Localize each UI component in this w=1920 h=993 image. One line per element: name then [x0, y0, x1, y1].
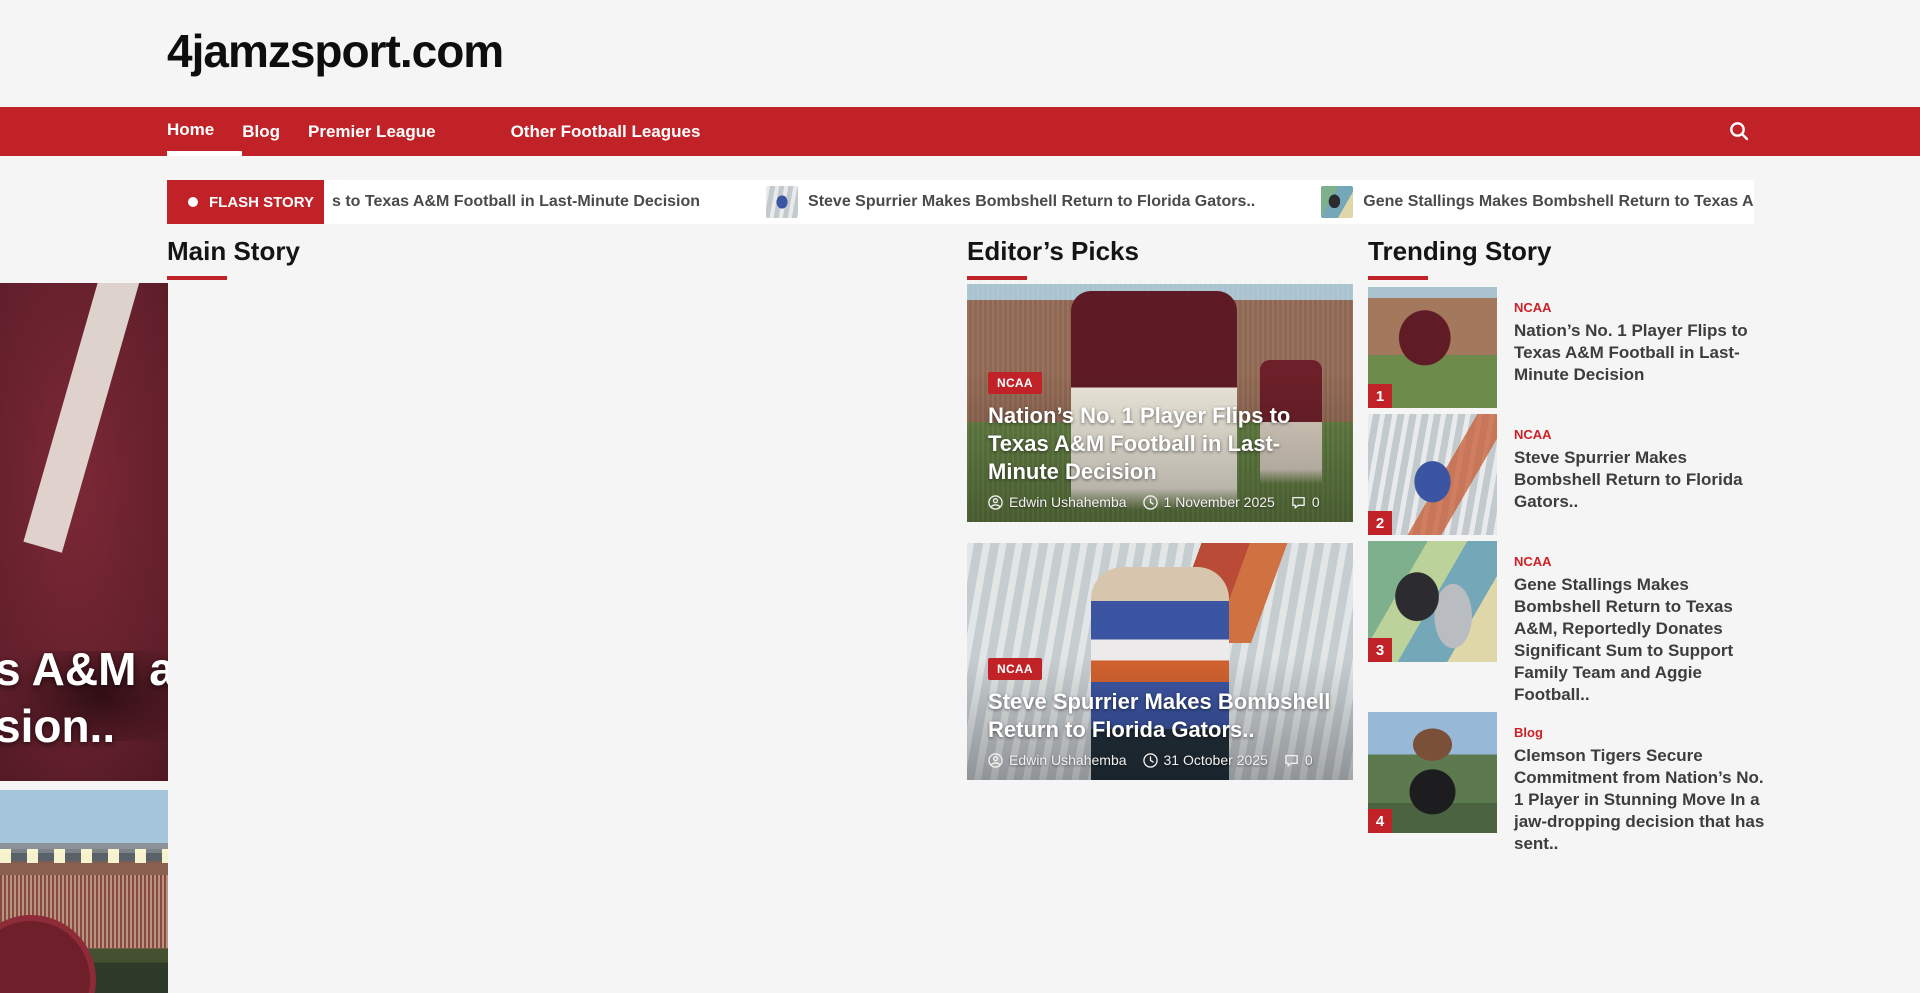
- page: 4jamzsport.com Home Blog Premier League …: [0, 0, 1920, 993]
- slide-image-detail: [0, 849, 168, 863]
- flash-story-text: FLASH STORY: [209, 194, 314, 211]
- slide-title-line: sion..: [0, 698, 168, 755]
- nav-item-home[interactable]: Home: [167, 107, 242, 156]
- slide-title-fragment: s A&M as sion..: [0, 641, 168, 755]
- date-meta: 31 October 2025: [1143, 752, 1268, 768]
- search-button[interactable]: [1722, 118, 1756, 146]
- category-badge[interactable]: NCAA: [988, 658, 1042, 680]
- trending-list: 1 NCAA Nation’s No. 1 Player Flips to Te…: [1368, 287, 1768, 861]
- flash-story-bar: FLASH STORY s to Texas A&M Football in L…: [167, 180, 1754, 224]
- flash-story-label: FLASH STORY: [167, 180, 324, 224]
- slide-image-detail: [23, 283, 144, 553]
- ticker-item[interactable]: Gene Stallings Makes Bombshell Return to…: [1321, 186, 1754, 218]
- main-story-slide[interactable]: s A&M as sion..: [0, 283, 168, 781]
- trending-story-heading-text: Trending Story: [1368, 236, 1551, 266]
- trending-category[interactable]: NCAA: [1514, 300, 1768, 315]
- comments-count: 0: [1312, 494, 1320, 510]
- comments-icon: [1291, 495, 1306, 510]
- slide-title-line: s A&M as: [0, 641, 168, 698]
- ticker-item[interactable]: Steve Spurrier Makes Bombshell Return to…: [766, 186, 1255, 218]
- trending-item[interactable]: 4 Blog Clemson Tigers Secure Commitment …: [1368, 712, 1768, 855]
- trending-title[interactable]: Steve Spurrier Makes Bombshell Return to…: [1514, 447, 1768, 513]
- ticker-headline[interactable]: s to Texas A&M Football in Last-Minute D…: [332, 193, 700, 211]
- publish-date: 31 October 2025: [1164, 752, 1268, 768]
- heading-underline: [167, 276, 227, 280]
- trending-text: NCAA Gene Stallings Makes Bombshell Retu…: [1514, 541, 1768, 706]
- nav-item-other-football-leagues[interactable]: Other Football Leagues: [511, 107, 729, 156]
- editors-pick-card[interactable]: NCAA Steve Spurrier Makes Bombshell Retu…: [967, 543, 1353, 780]
- trending-category[interactable]: NCAA: [1514, 427, 1768, 442]
- comments-meta: 0: [1284, 752, 1313, 768]
- publish-date: 1 November 2025: [1164, 494, 1275, 510]
- nav-item-blog[interactable]: Blog: [242, 107, 308, 156]
- author-icon: [988, 753, 1003, 768]
- search-icon: [1727, 119, 1751, 146]
- trending-thumbnail[interactable]: 3: [1368, 541, 1497, 662]
- trending-text: NCAA Steve Spurrier Makes Bombshell Retu…: [1514, 414, 1768, 535]
- main-story-slide[interactable]: [0, 790, 168, 993]
- editors-pick-card[interactable]: NCAA Nation’s No. 1 Player Flips to Texa…: [967, 284, 1353, 522]
- trending-thumbnail[interactable]: 1: [1368, 287, 1497, 408]
- rank-badge: 4: [1368, 809, 1392, 833]
- main-story-heading-text: Main Story: [167, 236, 300, 266]
- trending-title[interactable]: Clemson Tigers Secure Commitment from Na…: [1514, 745, 1768, 855]
- author-name: Edwin Ushahemba: [1009, 494, 1127, 510]
- heading-underline: [1368, 276, 1428, 280]
- rank-badge: 2: [1368, 511, 1392, 535]
- main-nav: Home Blog Premier League Other Football …: [0, 107, 1920, 156]
- ticker-track: s to Texas A&M Football in Last-Minute D…: [332, 180, 1754, 224]
- trending-thumbnail[interactable]: 2: [1368, 414, 1497, 535]
- clock-icon: [1143, 495, 1158, 510]
- editors-picks-heading: Editor’s Picks: [967, 236, 1139, 280]
- article-title[interactable]: Steve Spurrier Makes Bombshell Return to…: [988, 688, 1333, 744]
- heading-underline: [967, 276, 1027, 280]
- article-meta: Edwin Ushahemba 31 October 2025: [988, 752, 1333, 768]
- trending-item[interactable]: 3 NCAA Gene Stallings Makes Bombshell Re…: [1368, 541, 1768, 706]
- trending-item[interactable]: 1 NCAA Nation’s No. 1 Player Flips to Te…: [1368, 287, 1768, 408]
- ticker-headline[interactable]: Gene Stallings Makes Bombshell Return to…: [1363, 193, 1754, 211]
- editors-picks-heading-text: Editor’s Picks: [967, 236, 1139, 266]
- clock-icon: [1143, 753, 1158, 768]
- rank-badge: 1: [1368, 384, 1392, 408]
- article-title[interactable]: Nation’s No. 1 Player Flips to Texas A&M…: [988, 402, 1333, 486]
- ticker-thumbnail: [1321, 186, 1353, 218]
- trending-category[interactable]: Blog: [1514, 725, 1768, 740]
- date-meta: 1 November 2025: [1143, 494, 1275, 510]
- trending-category[interactable]: NCAA: [1514, 554, 1768, 569]
- main-story-heading: Main Story: [167, 236, 300, 280]
- card-overlay: NCAA Steve Spurrier Makes Bombshell Retu…: [967, 658, 1353, 780]
- flash-dot-icon: [188, 197, 198, 207]
- trending-title[interactable]: Nation’s No. 1 Player Flips to Texas A&M…: [1514, 320, 1768, 386]
- nav-item-premier-league[interactable]: Premier League: [308, 107, 464, 156]
- trending-text: Blog Clemson Tigers Secure Commitment fr…: [1514, 712, 1768, 855]
- trending-item[interactable]: 2 NCAA Steve Spurrier Makes Bombshell Re…: [1368, 414, 1768, 535]
- trending-story-heading: Trending Story: [1368, 236, 1551, 280]
- site-title[interactable]: 4jamzsport.com: [167, 24, 503, 78]
- trending-thumbnail[interactable]: 4: [1368, 712, 1497, 833]
- rank-badge: 3: [1368, 638, 1392, 662]
- ticker-thumbnail: [766, 186, 798, 218]
- article-meta: Edwin Ushahemba 1 November 2025: [988, 494, 1333, 510]
- nav-list: Home Blog Premier League Other Football …: [167, 107, 728, 156]
- ticker-headline[interactable]: Steve Spurrier Makes Bombshell Return to…: [808, 193, 1255, 211]
- trending-title[interactable]: Gene Stallings Makes Bombshell Return to…: [1514, 574, 1768, 706]
- card-overlay: NCAA Nation’s No. 1 Player Flips to Texa…: [967, 372, 1353, 522]
- ticker-item[interactable]: s to Texas A&M Football in Last-Minute D…: [332, 193, 700, 211]
- comments-meta: 0: [1291, 494, 1320, 510]
- author-meta: Edwin Ushahemba: [988, 494, 1127, 510]
- author-name: Edwin Ushahemba: [1009, 752, 1127, 768]
- comments-count: 0: [1305, 752, 1313, 768]
- trending-text: NCAA Nation’s No. 1 Player Flips to Texa…: [1514, 287, 1768, 408]
- author-icon: [988, 495, 1003, 510]
- author-meta: Edwin Ushahemba: [988, 752, 1127, 768]
- category-badge[interactable]: NCAA: [988, 372, 1042, 394]
- comments-icon: [1284, 753, 1299, 768]
